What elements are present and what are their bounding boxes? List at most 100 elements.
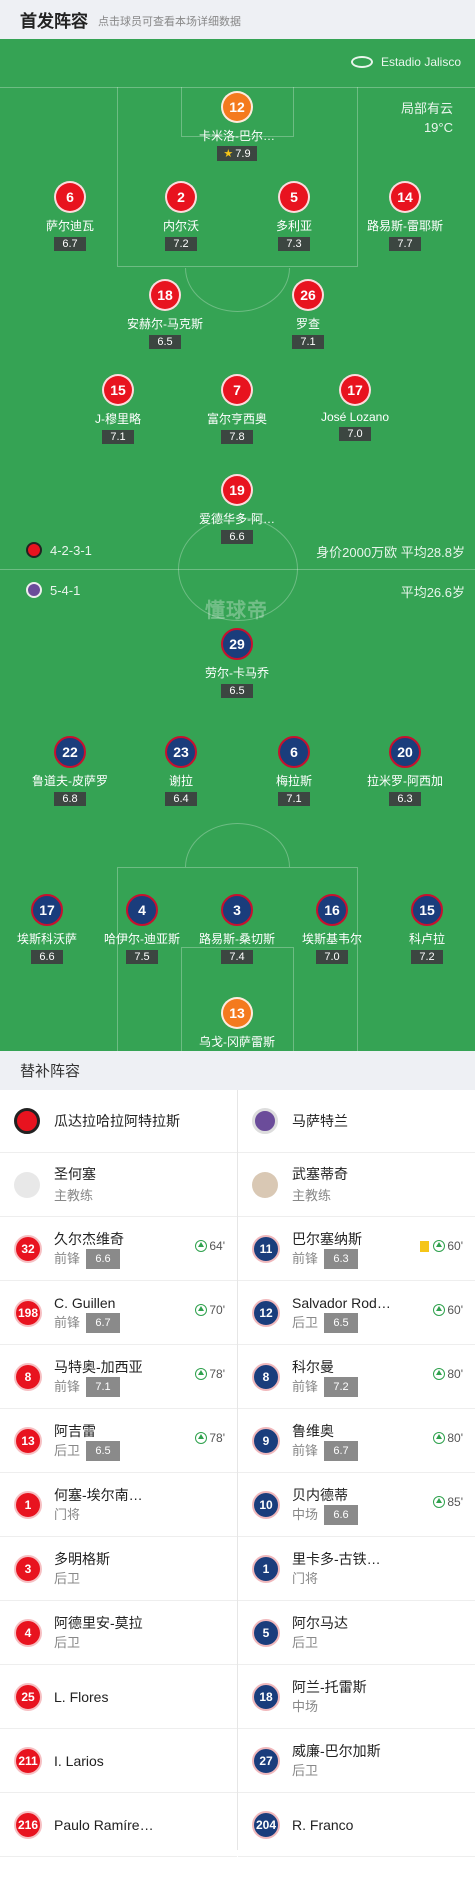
sub-player-row[interactable]: 18 阿兰-托雷斯 中场	[238, 1665, 475, 1729]
sub-player-row[interactable]: 216 Paulo Ramíre…	[0, 1793, 237, 1857]
away-player[interactable]: 15 科卢拉 7.2	[372, 894, 475, 965]
jersey-number: 27	[252, 1746, 280, 1775]
away-coach-role: 主教练	[292, 1187, 332, 1203]
sub-player-position: 前锋 6.7	[292, 1440, 359, 1461]
sub-player-info: 多明格斯 后卫	[54, 1549, 110, 1589]
sub-player-row[interactable]: 25 L. Flores	[0, 1665, 237, 1729]
player-name: 乌戈-冈萨雷斯	[199, 1035, 275, 1049]
star-icon: ★	[223, 148, 234, 160]
sub-player-info: Paulo Ramíre…	[54, 1815, 154, 1835]
sub-player-position: 后卫	[54, 1633, 143, 1653]
stadium-info: Estadio Jalisco	[350, 55, 461, 69]
home-player[interactable]: 14 路易斯-雷耶斯 7.7	[350, 181, 460, 252]
sub-in-minute: 85'	[447, 1495, 463, 1509]
lineup-title: 首发阵容	[20, 12, 88, 31]
away-player[interactable]: 16 埃斯基韦尔 7.0	[277, 894, 387, 965]
sub-player-row[interactable]: 11 巴尔塞纳斯 前锋 6.3 60'	[238, 1217, 475, 1281]
away-team-header[interactable]: 马萨特兰	[238, 1090, 475, 1153]
sub-player-row[interactable]: 4 阿德里安-莫拉 后卫	[0, 1601, 237, 1665]
player-rating: ★ 7.9	[217, 146, 257, 161]
sub-player-name: 贝内德蒂	[292, 1486, 348, 1503]
home-player[interactable]: 6 萨尔迪瓦 6.7	[15, 181, 125, 252]
sub-player-row[interactable]: 5 阿尔马达 后卫	[238, 1601, 475, 1665]
sub-player-row[interactable]: 198 C. Guillen 前锋 6.7 70'	[0, 1281, 237, 1345]
away-coach[interactable]: 武塞蒂奇 主教练	[238, 1153, 475, 1217]
home-team-header[interactable]: 瓜达拉哈拉阿特拉斯	[0, 1090, 237, 1153]
sub-player-info: C. Guillen 前锋 6.7	[54, 1293, 121, 1333]
position-text: 中场	[292, 1506, 319, 1522]
player-rating: 6.5	[221, 684, 253, 698]
sub-in-icon	[195, 1368, 208, 1380]
sub-player-row[interactable]: 8 科尔曼 前锋 7.2 80'	[238, 1345, 475, 1409]
home-player[interactable]: 15 J-穆里略 7.1	[63, 374, 173, 445]
sub-player-row[interactable]: 13 阿吉雷 后卫 6.5 78'	[0, 1409, 237, 1473]
sub-player-row[interactable]: 27 威廉-巴尔加斯 后卫	[238, 1729, 475, 1793]
home-player[interactable]: 7 富尔亨西奥 7.8	[182, 374, 292, 445]
jersey-number: 23	[165, 736, 197, 768]
sub-player-row[interactable]: 12 Salvador Rod… 后卫 6.5 60'	[238, 1281, 475, 1345]
sub-player-row[interactable]: 32 久尔杰维奇 前锋 6.6 64'	[0, 1217, 237, 1281]
sub-player-row[interactable]: 211 I. Larios	[0, 1729, 237, 1793]
sub-in-indicator: 85'	[433, 1495, 463, 1509]
sub-player-row[interactable]: 1 里卡多-古铁… 门将	[238, 1537, 475, 1601]
lineup-header: 首发阵容 点击球员可查看本场详细数据	[0, 0, 475, 39]
player-name: 路易斯-桑切斯	[199, 932, 275, 946]
jersey-number: 10	[252, 1490, 280, 1519]
jersey-number: 22	[54, 736, 86, 768]
lineup-hint: 点击球员可查看本场详细数据	[98, 15, 241, 28]
away-player[interactable]: 29 劳尔-卡马乔 6.5	[182, 628, 292, 699]
sub-player-row[interactable]: 3 多明格斯 后卫	[0, 1537, 237, 1601]
away-player[interactable]: 4 哈伊尔-迪亚斯 7.5	[87, 894, 197, 965]
pitch: Estadio Jalisco 局部有云 19°C 懂球帝 4-2-3-1 身价…	[0, 39, 475, 1051]
sub-in-minute: 60'	[447, 1239, 463, 1253]
home-player[interactable]: 18 安赫尔-马克斯 6.5	[110, 279, 220, 350]
sub-player-row[interactable]: 9 鲁维奥 前锋 6.7 80'	[238, 1409, 475, 1473]
away-player[interactable]: 6 梅拉斯 7.1	[239, 736, 349, 807]
sub-player-row[interactable]: 8 马特奥-加西亚 前锋 7.1 78'	[0, 1345, 237, 1409]
jersey-number: 216	[14, 1810, 42, 1839]
player-rating: 6.6	[221, 530, 253, 544]
mazatlan-logo-icon	[252, 1108, 278, 1134]
home-coach-name: 圣何塞	[54, 1165, 96, 1182]
sub-player-rating: 6.6	[324, 1504, 359, 1525]
position-text: 前锋	[292, 1378, 319, 1394]
sub-player-rating: 6.7	[324, 1440, 359, 1461]
player-name: 鲁道夫-皮萨罗	[32, 774, 108, 788]
home-coach[interactable]: 圣何塞 主教练	[0, 1153, 237, 1217]
home-player[interactable]: 17 José Lozano 7.0	[300, 374, 410, 442]
sub-player-name: 何塞-埃尔南…	[54, 1486, 143, 1503]
sub-player-row[interactable]: 1 何塞-埃尔南… 门将	[0, 1473, 237, 1537]
sub-player-row[interactable]: 10 贝内德蒂中场 6.6 85'	[238, 1473, 475, 1537]
stadium-icon	[350, 56, 373, 68]
away-player[interactable]: 22 鲁道夫-皮萨罗 6.8	[15, 736, 125, 807]
sub-player-position: 后卫	[292, 1633, 348, 1653]
home-player[interactable]: 5 多利亚 7.3	[239, 181, 349, 252]
player-rating: 6.4	[165, 792, 197, 806]
sub-player-name: 马特奥-加西亚	[54, 1358, 143, 1375]
sub-player-info: 阿兰-托雷斯 中场	[292, 1677, 367, 1717]
home-player[interactable]: 19 爱德华多-阿… 6.6	[182, 474, 292, 545]
sub-player-name: 阿尔马达	[292, 1614, 348, 1631]
sub-player-info: 何塞-埃尔南… 门将	[54, 1485, 143, 1525]
sub-in-icon	[433, 1304, 446, 1316]
sub-in-minute: 78'	[209, 1431, 225, 1445]
away-player[interactable]: 13乌戈-冈萨雷斯7.6	[182, 997, 292, 1051]
sub-in-minute: 80'	[447, 1431, 463, 1445]
jersey-number: 211	[14, 1746, 42, 1775]
jersey-number: 15	[102, 374, 134, 406]
away-player[interactable]: 20 拉米罗-阿西加 6.3	[350, 736, 460, 807]
away-player[interactable]: 3 路易斯-桑切斯 7.4	[182, 894, 292, 965]
home-player[interactable]: 12 卡米洛-巴尔… ★ 7.9	[182, 91, 292, 162]
subs-title: 替补阵容	[0, 1051, 475, 1090]
home-player[interactable]: 26 罗查 7.1	[253, 279, 363, 350]
position-text: 后卫	[292, 1634, 319, 1650]
jersey-number: 18	[252, 1682, 280, 1711]
player-rating: 7.1	[278, 792, 310, 806]
player-rating: 7.4	[221, 950, 253, 964]
sub-in-indicator: 78'	[195, 1431, 225, 1445]
home-player[interactable]: 2 内尔沃 7.2	[126, 181, 236, 252]
position-text: 后卫	[54, 1442, 81, 1458]
player-rating: 6.7	[54, 237, 86, 251]
sub-player-row[interactable]: 204 R. Franco	[238, 1793, 475, 1857]
away-player[interactable]: 23 谢拉 6.4	[126, 736, 236, 807]
